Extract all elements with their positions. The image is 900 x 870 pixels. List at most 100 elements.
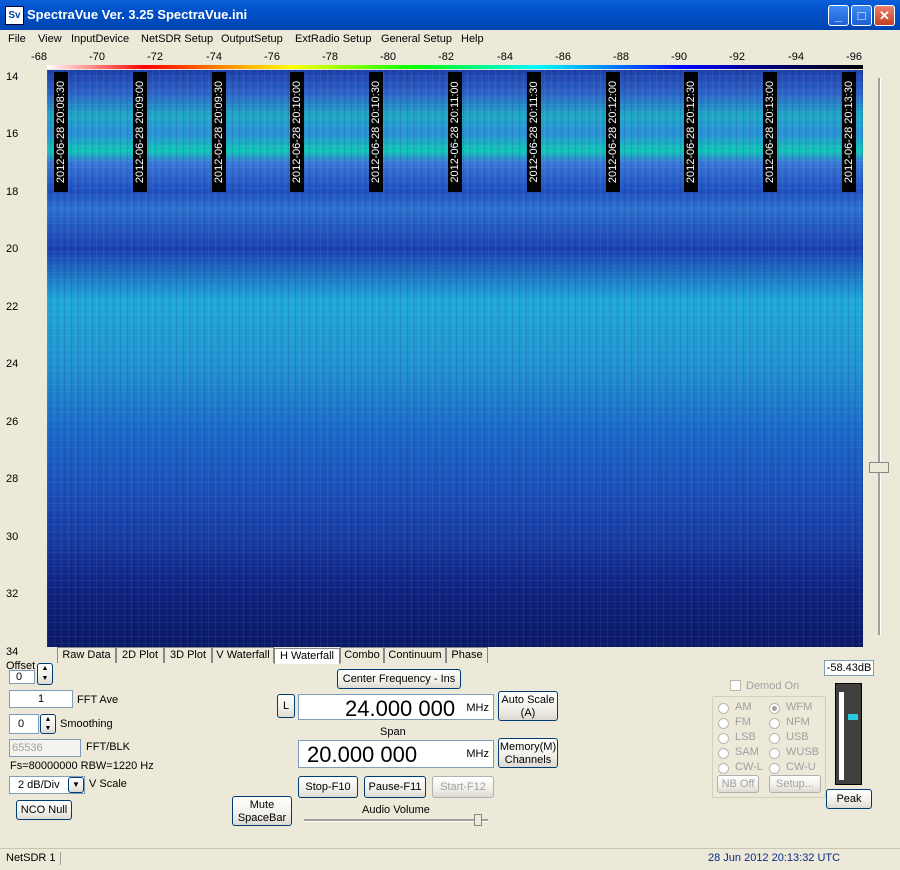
- center-frequency-input[interactable]: 24.000 000 MHz: [298, 694, 494, 721]
- stop-button[interactable]: Stop-F10: [298, 776, 358, 798]
- freq-tick: -78: [322, 51, 338, 63]
- tab-combo[interactable]: Combo: [340, 647, 384, 663]
- y-tick: 22: [6, 301, 19, 313]
- timestamp-marker: 2012-06-28 20:12:30: [684, 72, 698, 192]
- freq-tick: -70: [89, 51, 105, 63]
- mode-lsb-label: LSB: [735, 731, 756, 743]
- freq-tick: -72: [147, 51, 163, 63]
- menu-outputsetup[interactable]: OutputSetup: [221, 33, 283, 45]
- smoothing-input[interactable]: 0: [9, 714, 39, 734]
- fs-rbw-info: Fs=80000000 RBW=1220 Hz: [10, 760, 154, 772]
- close-button[interactable]: ✕: [874, 5, 895, 26]
- y-tick: 30: [6, 531, 19, 543]
- timestamp-marker: 2012-06-28 20:10:30: [369, 72, 383, 192]
- smoothing-spinner[interactable]: ▲ ▼: [40, 714, 56, 734]
- mode-sam-radio[interactable]: [718, 748, 729, 759]
- auto-scale-button[interactable]: Auto Scale (A): [498, 691, 558, 721]
- waterfall-display[interactable]: 2012-06-28 20:08:30 2012-06-28 20:09:00 …: [47, 70, 863, 647]
- tab-3d-plot[interactable]: 3D Plot: [164, 647, 212, 663]
- tab-phase[interactable]: Phase: [446, 647, 488, 663]
- demod-on-checkbox[interactable]: [730, 680, 741, 691]
- mode-wfm-radio[interactable]: [769, 703, 780, 714]
- memory-channels-button[interactable]: Memory(M) Channels: [498, 738, 558, 768]
- setup-button[interactable]: Setup...: [769, 775, 821, 793]
- menu-extradio-setup[interactable]: ExtRadio Setup: [295, 33, 371, 45]
- mode-sam-label: SAM: [735, 746, 759, 758]
- freq-tick: -90: [671, 51, 687, 63]
- center-frequency-button[interactable]: Center Frequency - Ins: [337, 669, 461, 689]
- audio-volume-slider[interactable]: [304, 819, 488, 822]
- vertical-slider-thumb[interactable]: [869, 462, 889, 473]
- tab-continuum[interactable]: Continuum: [384, 647, 446, 663]
- tab-h-waterfall[interactable]: H Waterfall: [274, 648, 340, 664]
- tab-2d-plot[interactable]: 2D Plot: [116, 647, 164, 663]
- meter-bar: [839, 692, 844, 780]
- menu-general-setup[interactable]: General Setup: [381, 33, 452, 45]
- y-tick: 26: [6, 416, 19, 428]
- fft-ave-input[interactable]: 1: [9, 690, 73, 708]
- meter-indicator: [848, 714, 858, 720]
- start-button[interactable]: Start-F12: [432, 776, 494, 798]
- freq-tick: -92: [729, 51, 745, 63]
- maximize-button[interactable]: □: [851, 5, 872, 26]
- menu-help[interactable]: Help: [461, 33, 484, 45]
- y-tick: 34: [6, 646, 19, 658]
- tab-v-waterfall[interactable]: V Waterfall: [212, 647, 274, 663]
- y-tick: 14: [6, 71, 19, 83]
- color-scale-bar: [47, 65, 863, 69]
- vertical-slider-track[interactable]: [878, 78, 881, 635]
- y-tick: 28: [6, 473, 19, 485]
- menu-view[interactable]: View: [38, 33, 62, 45]
- demod-mode-group: AM FM LSB SAM CW-L WFM NFM USB WUSB CW-U…: [712, 696, 826, 798]
- datetime-status: 28 Jun 2012 20:13:32 UTC: [708, 852, 841, 864]
- audio-volume-thumb[interactable]: [474, 814, 482, 826]
- frequency-scale: -68 -70 -72 -74 -76 -78 -80 -82 -84 -86 …: [30, 50, 870, 64]
- mode-cwl-radio[interactable]: [718, 763, 729, 774]
- freq-tick: -76: [264, 51, 280, 63]
- fft-blk-select[interactable]: 65536: [9, 739, 81, 757]
- l-button[interactable]: L: [277, 694, 295, 718]
- menu-netsdr-setup[interactable]: NetSDR Setup: [141, 33, 213, 45]
- timestamp-marker: 2012-06-28 20:09:00: [133, 72, 147, 192]
- offset-spinner[interactable]: ▲ ▼: [37, 663, 53, 685]
- nb-off-button[interactable]: NB Off: [717, 775, 759, 793]
- mode-lsb-radio[interactable]: [718, 733, 729, 744]
- timestamp-marker: 2012-06-28 20:13:30: [842, 72, 856, 192]
- timestamp-marker: 2012-06-28 20:13:00: [763, 72, 777, 192]
- mode-wusb-label: WUSB: [786, 746, 819, 758]
- span-input[interactable]: 20.000 000 MHz: [298, 740, 494, 768]
- pause-button[interactable]: Pause-F11: [364, 776, 426, 798]
- offset-input[interactable]: 0: [9, 670, 35, 684]
- mute-button[interactable]: Mute SpaceBar: [232, 796, 292, 826]
- peak-button[interactable]: Peak: [826, 789, 872, 809]
- tab-raw-data[interactable]: Raw Data: [57, 647, 116, 663]
- minimize-button[interactable]: _: [828, 5, 849, 26]
- demod-on-label: Demod On: [746, 680, 800, 692]
- vscale-label: V Scale: [89, 778, 127, 790]
- y-tick: 24: [6, 358, 19, 370]
- menu-file[interactable]: File: [8, 33, 26, 45]
- mode-am-radio[interactable]: [718, 703, 729, 714]
- mhz-unit: MHz: [466, 702, 489, 714]
- mode-usb-radio[interactable]: [769, 733, 780, 744]
- center-frequency-value: 24.000 000: [345, 696, 456, 721]
- mode-nfm-radio[interactable]: [769, 718, 780, 729]
- chevron-down-icon[interactable]: ▼: [68, 777, 84, 793]
- status-bar: NetSDR 1 28 Jun 2012 20:13:32 UTC: [0, 848, 900, 870]
- mode-cwu-radio[interactable]: [769, 763, 780, 774]
- mode-fm-radio[interactable]: [718, 718, 729, 729]
- mode-usb-label: USB: [786, 731, 809, 743]
- nco-null-button[interactable]: NCO Null: [16, 800, 72, 820]
- mode-wusb-radio[interactable]: [769, 748, 780, 759]
- device-status: NetSDR 1: [6, 852, 56, 864]
- freq-tick: -82: [438, 51, 454, 63]
- timestamp-marker: 2012-06-28 20:12:00: [606, 72, 620, 192]
- freq-tick: -86: [555, 51, 571, 63]
- freq-tick: -84: [497, 51, 513, 63]
- app-icon[interactable]: Sv: [5, 6, 24, 25]
- mhz-unit: MHz: [466, 748, 489, 760]
- fft-blk-label: FFT/BLK: [86, 741, 131, 753]
- menu-inputdevice[interactable]: InputDevice: [71, 33, 129, 45]
- y-tick: 20: [6, 243, 19, 255]
- window-title: SpectraVue Ver. 3.25 SpectraVue.ini: [27, 7, 248, 22]
